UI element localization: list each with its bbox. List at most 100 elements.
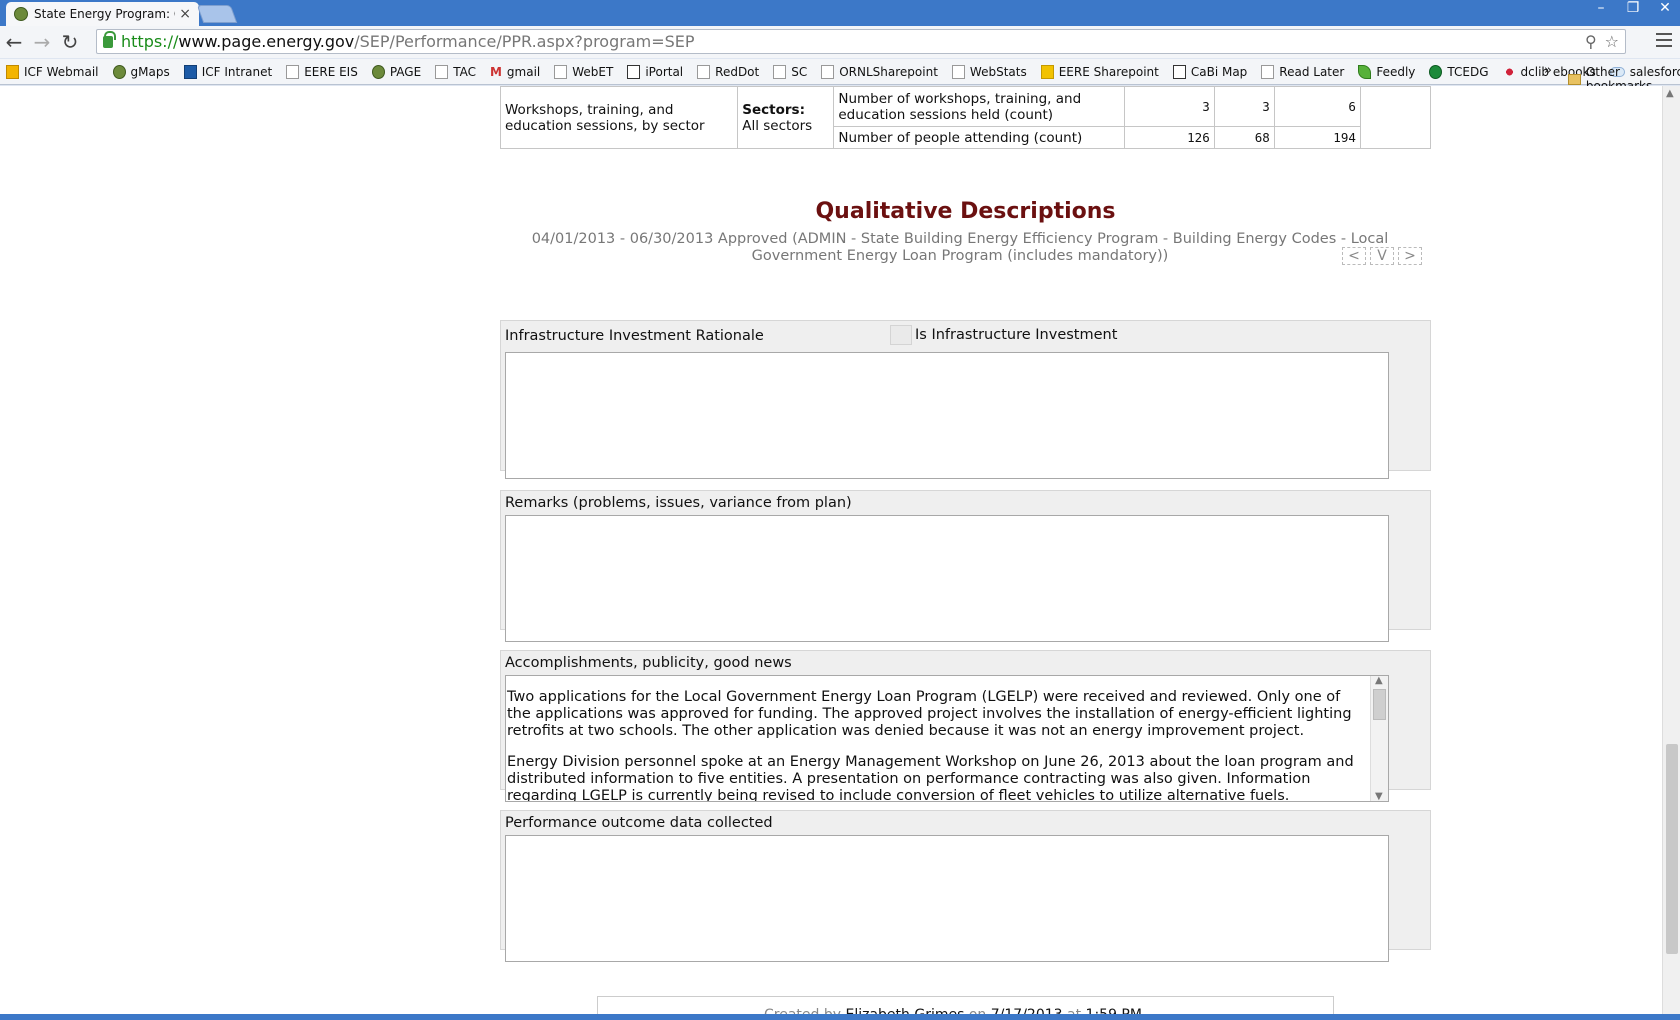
bookmark-page-icon xyxy=(1429,64,1443,79)
bookmark-item[interactable]: Mgmail xyxy=(490,65,540,79)
close-window-icon[interactable]: ✕ xyxy=(1658,0,1672,18)
blank-cell xyxy=(1359,86,1432,149)
bookmark-item[interactable]: WebET xyxy=(554,64,613,79)
page-scroll-thumb[interactable] xyxy=(1666,744,1678,954)
accomplishments-textarea[interactable]: Two applications for the Local Governmen… xyxy=(505,675,1389,802)
bookmark-page-icon xyxy=(627,64,641,79)
tab-strip: State Energy Program: Quar × – ❐ ✕ xyxy=(0,0,1680,26)
forward-arrow-icon[interactable]: → xyxy=(28,28,56,56)
bookmark-page-icon xyxy=(6,64,19,79)
metric-name: Workshops, training, and education sessi… xyxy=(505,101,705,134)
value-cell: 3 xyxy=(1123,86,1215,127)
value-cell: 68 xyxy=(1213,126,1275,149)
bookmark-list: ICF Webmail gMaps ICF Intranet EERE EIS PAGE… xyxy=(6,64,1680,79)
accomplishments-text: Two applications for the Local Governmen… xyxy=(507,689,1367,802)
value-cell: 6 xyxy=(1273,86,1361,127)
bookmark-page-icon xyxy=(697,64,711,79)
bookmark-page-icon xyxy=(1261,64,1275,79)
bookmark-page-icon xyxy=(435,64,449,79)
measure-label: Number of people attending (count) xyxy=(838,129,1083,146)
chrome-menu-icon[interactable] xyxy=(1656,33,1672,47)
scroll-up-arrow-icon[interactable]: ▲ xyxy=(1666,88,1674,99)
page-viewport: Workshops, training, and education sessi… xyxy=(0,86,1662,1020)
bookmark-label: Read Later xyxy=(1279,64,1345,79)
bookmark-label: gMaps xyxy=(130,64,170,79)
bookmark-page-icon xyxy=(554,64,568,79)
accomplishments-scrollbar[interactable]: ▲ ▼ xyxy=(1370,676,1388,801)
bookmark-item[interactable]: iPortal xyxy=(627,64,683,79)
infrastructure-panel: Infrastructure Investment Rationale Is I… xyxy=(500,320,1431,479)
bookmark-page-icon xyxy=(112,64,126,79)
page-scrollbar[interactable]: ▲ xyxy=(1662,86,1680,1020)
bookmark-item[interactable]: ICF Intranet xyxy=(183,64,272,79)
reload-icon[interactable]: ↻ xyxy=(56,28,84,56)
bookmark-item[interactable]: EERE EIS xyxy=(286,64,358,79)
zoom-icon[interactable]: ⚲ xyxy=(1585,32,1597,51)
bookmark-item[interactable]: Read Later xyxy=(1261,64,1345,79)
bookmark-item[interactable]: Feedly xyxy=(1358,64,1415,79)
scroll-up-arrow-icon[interactable]: ▲ xyxy=(1375,676,1383,686)
url-scheme: https:// xyxy=(121,32,179,51)
accomplishments-label: Accomplishments, publicity, good news xyxy=(505,655,792,671)
bookmark-page-icon xyxy=(773,64,787,79)
bookmark-label: PAGE xyxy=(389,64,422,79)
url-host: www.page.energy.gov xyxy=(178,32,355,51)
next-report-button[interactable]: > xyxy=(1398,247,1422,265)
bookmark-item[interactable]: TAC xyxy=(435,64,476,79)
bookmark-item[interactable]: SC xyxy=(773,64,808,79)
value-q2: 3 xyxy=(1262,99,1270,114)
bookmark-item[interactable]: PAGE xyxy=(371,64,422,79)
scroll-down-arrow-icon[interactable]: ▼ xyxy=(1375,791,1383,801)
browser-chrome: State Energy Program: Quar × – ❐ ✕ ← → ↻… xyxy=(0,0,1680,93)
value-cell: 194 xyxy=(1273,126,1361,149)
minimize-icon[interactable]: – xyxy=(1594,0,1608,18)
view-report-button[interactable]: V xyxy=(1370,247,1394,265)
bookmark-item[interactable]: WebStats xyxy=(951,64,1027,79)
bookmark-page-icon xyxy=(1358,64,1372,79)
measure-cell: Number of workshops, training, and educa… xyxy=(833,86,1125,127)
accomplishments-paragraph: Energy Division personnel spoke at an En… xyxy=(507,754,1354,802)
report-pager: < V > xyxy=(1342,247,1422,265)
remarks-textarea[interactable] xyxy=(505,515,1389,642)
scroll-thumb[interactable] xyxy=(1373,689,1386,720)
accomplishments-panel: Accomplishments, publicity, good news Tw… xyxy=(500,650,1431,802)
bookmark-label: EERE Sharepoint xyxy=(1058,64,1159,79)
bookmark-page-icon xyxy=(1502,64,1516,79)
infrastructure-checkbox[interactable] xyxy=(890,325,912,345)
infrastructure-textarea[interactable] xyxy=(505,352,1389,479)
new-tab-button[interactable] xyxy=(196,5,238,23)
bookmark-item[interactable]: TCEDG xyxy=(1429,64,1489,79)
prev-report-button[interactable]: < xyxy=(1342,247,1366,265)
bookmark-label: WebStats xyxy=(969,64,1027,79)
restore-icon[interactable]: ❐ xyxy=(1626,0,1640,18)
browser-tab-active[interactable]: State Energy Program: Quar × xyxy=(6,2,199,26)
bookmark-label: SC xyxy=(791,64,808,79)
performance-panel: Performance outcome data collected xyxy=(500,810,1431,962)
table-row: Workshops, training, and education sessi… xyxy=(499,86,1432,149)
infrastructure-label: Infrastructure Investment Rationale xyxy=(505,328,764,344)
measure-cell: Number of people attending (count) xyxy=(833,126,1125,149)
value-cell: 126 xyxy=(1123,126,1215,149)
bookmark-label: RedDot xyxy=(715,64,760,79)
bookmark-item[interactable]: EERE Sharepoint xyxy=(1040,64,1159,79)
back-arrow-icon[interactable]: ← xyxy=(0,28,28,56)
bookmark-label: ICF Webmail xyxy=(24,64,99,79)
bookmark-item[interactable]: CaBi Map xyxy=(1172,64,1247,79)
taskbar-edge xyxy=(0,1014,1680,1020)
bookmark-item[interactable]: ORNLSharepoint xyxy=(821,64,938,79)
omnibox-actions: ⚲ ☆ xyxy=(1585,32,1619,51)
performance-textarea[interactable] xyxy=(505,835,1389,962)
address-bar[interactable]: https://www.page.energy.gov/SEP/Performa… xyxy=(96,29,1626,54)
bookmark-page-icon xyxy=(286,64,300,79)
bookmark-item[interactable]: ICF Webmail xyxy=(6,64,99,79)
bookmark-page-icon xyxy=(951,64,965,79)
bookmarks-overflow-icon[interactable]: » xyxy=(1544,63,1552,78)
bookmark-item[interactable]: gMaps xyxy=(112,64,170,79)
bookmark-item[interactable]: RedDot xyxy=(697,64,760,79)
remarks-label: Remarks (problems, issues, variance from… xyxy=(505,495,852,511)
bookmark-star-icon[interactable]: ☆ xyxy=(1605,32,1619,51)
lock-icon xyxy=(103,30,116,48)
tab-close-icon[interactable]: × xyxy=(179,6,191,22)
tab-title: State Energy Program: Quar xyxy=(34,7,175,21)
bookmark-label: ORNLSharepoint xyxy=(839,64,938,79)
